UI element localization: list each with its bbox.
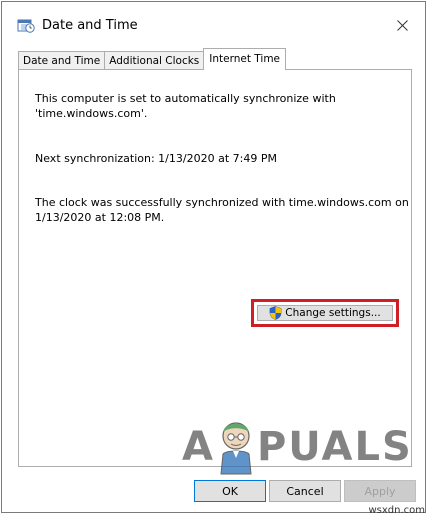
- source-watermark: wsxdn.com: [368, 505, 425, 516]
- appuals-watermark: A PUALS: [182, 417, 413, 477]
- ok-button[interactable]: OK: [194, 480, 266, 502]
- title-bar: Date and Time: [2, 2, 425, 46]
- change-settings-button[interactable]: Change settings...: [257, 305, 393, 321]
- date-time-icon: [17, 19, 35, 33]
- window-title: Date and Time: [42, 18, 138, 33]
- tab-internet-time[interactable]: Internet Time: [203, 48, 287, 70]
- next-sync-text: Next synchronization: 1/13/2020 at 7:49 …: [35, 152, 277, 165]
- highlight-box: Change settings...: [251, 299, 399, 327]
- apply-button[interactable]: Apply: [344, 480, 416, 502]
- sync-success-line-2: 1/13/2020 at 12:08 PM.: [35, 211, 165, 224]
- mascot-icon: [220, 422, 252, 475]
- cancel-button[interactable]: Cancel: [269, 480, 341, 502]
- tab-additional-clocks[interactable]: Additional Clocks: [104, 51, 205, 70]
- watermark-text-right: PUALS: [256, 424, 413, 470]
- sync-info-line-2: 'time.windows.com'.: [35, 107, 148, 120]
- change-settings-label: Change settings...: [285, 307, 381, 319]
- sync-success-line-1: The clock was successfully synchronized …: [35, 196, 409, 209]
- date-time-dialog: Date and Time Date and Time Additional C…: [1, 1, 426, 513]
- sync-info-line-1: This computer is set to automatically sy…: [35, 92, 336, 105]
- uac-shield-icon: [269, 306, 282, 320]
- close-icon: [396, 19, 408, 31]
- close-button[interactable]: [389, 12, 415, 38]
- tab-strip: Date and Time Additional Clocks Internet…: [18, 48, 287, 70]
- tab-date-and-time[interactable]: Date and Time: [18, 51, 106, 70]
- watermark-text-left: A: [182, 424, 215, 470]
- internet-time-panel: This computer is set to automatically sy…: [18, 69, 412, 467]
